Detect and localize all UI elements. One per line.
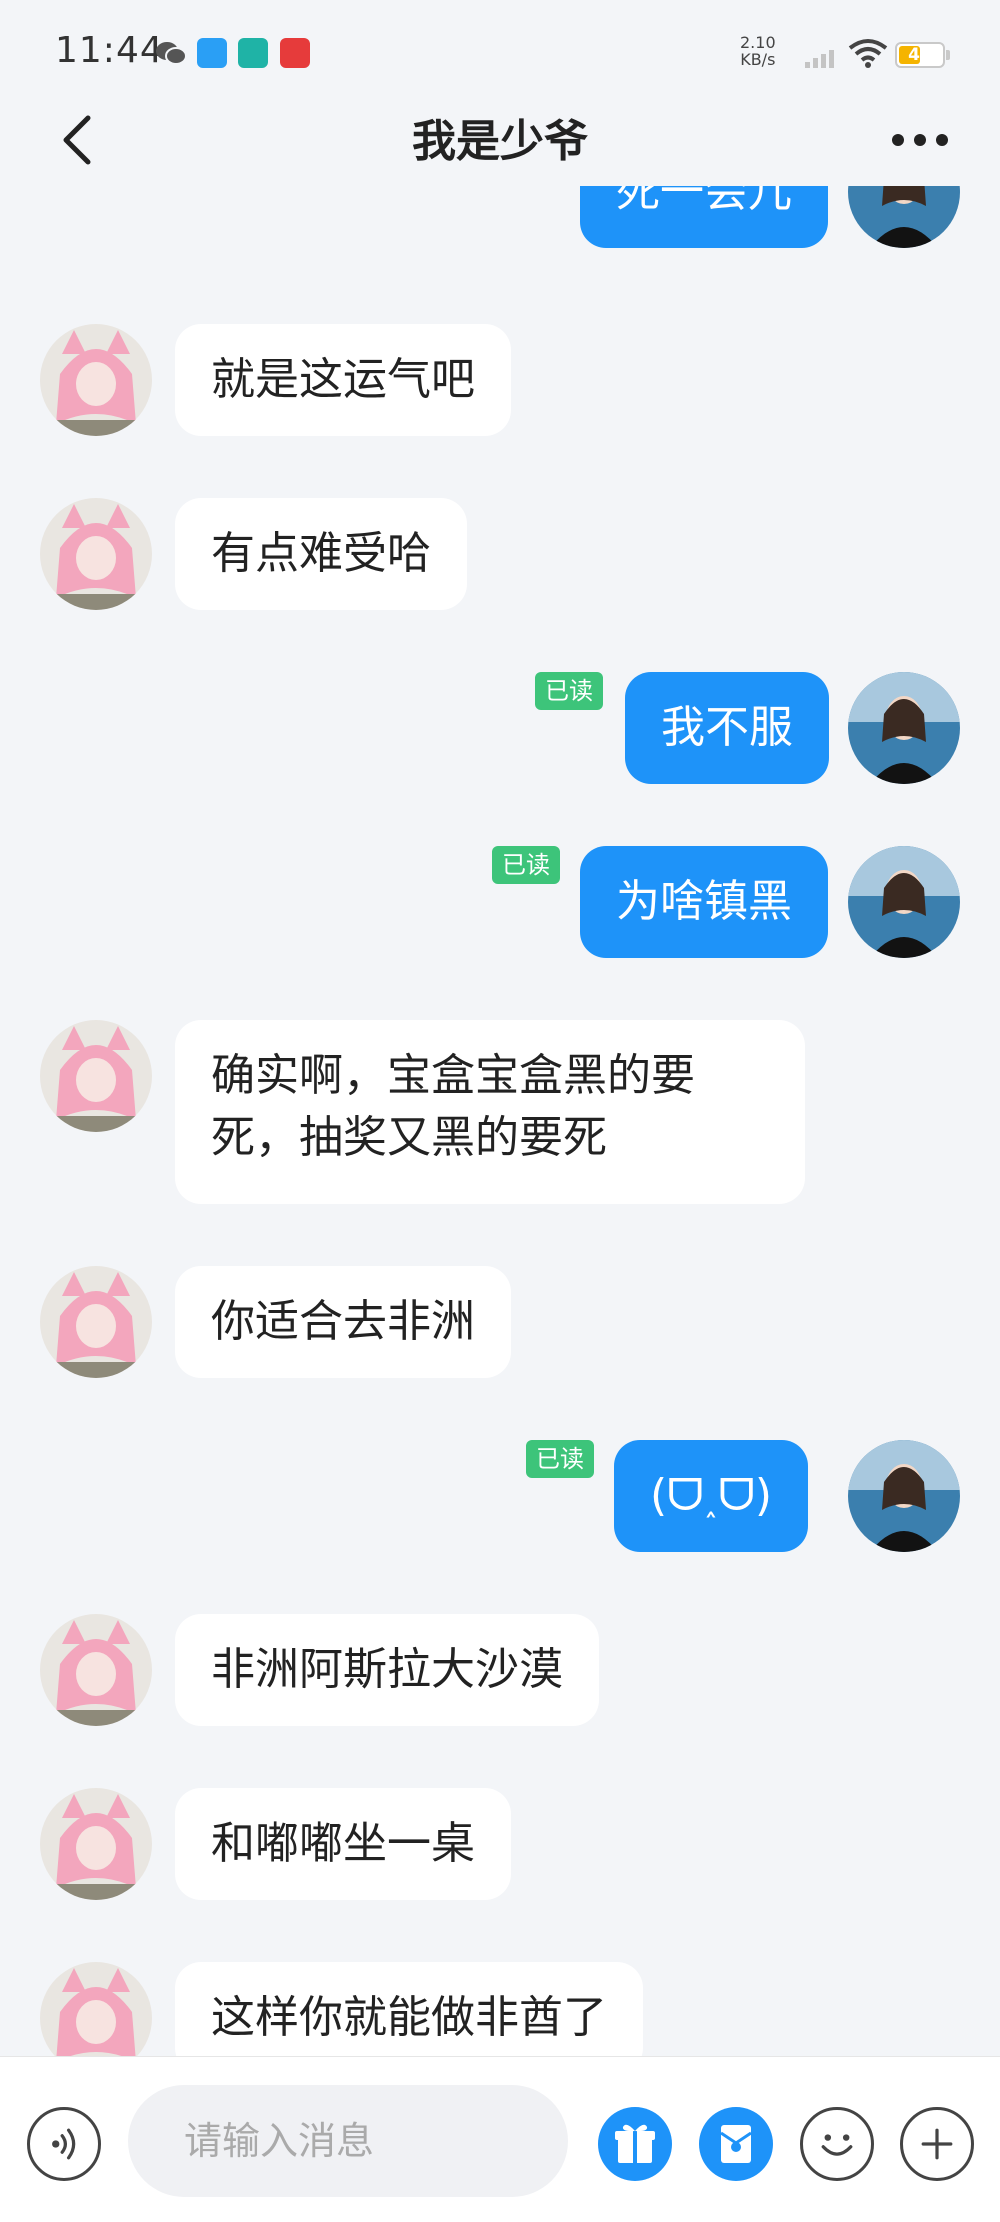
read-badge: 已读 <box>535 672 603 710</box>
chat-screen: 11:44 2.10 KB/s 49 我是少爷 死一会儿 就是这运气吧 有点难受… <box>0 0 1000 2222</box>
contact-avatar[interactable] <box>40 1266 152 1378</box>
my-avatar[interactable] <box>848 672 960 784</box>
wifi-icon <box>848 39 888 68</box>
contact-avatar[interactable] <box>40 1788 152 1900</box>
message-bubble-in[interactable]: 就是这运气吧 <box>175 324 511 436</box>
message-bubble-in[interactable]: 和嘟嘟坐一桌 <box>175 1788 511 1900</box>
contact-avatar[interactable] <box>40 1020 152 1132</box>
red-packet-icon[interactable] <box>699 2107 773 2181</box>
message-bubble-in[interactable]: 非洲阿斯拉大沙漠 <box>175 1614 599 1726</box>
message-text: 有点难受哈 <box>211 528 431 579</box>
message-text: 这样你就能做非酋了 <box>211 1992 607 2043</box>
signal-icon <box>805 50 834 68</box>
message-text: 就是这运气吧 <box>211 354 475 405</box>
net-speed-value: 2.10 <box>740 33 776 52</box>
more-dots-icon[interactable] <box>880 110 960 170</box>
read-badge: 已读 <box>492 846 560 884</box>
message-bubble-out[interactable]: 我不服 <box>625 672 829 784</box>
my-avatar[interactable] <box>848 1440 960 1552</box>
status-time: 11:44 <box>55 30 164 71</box>
my-avatar[interactable] <box>848 846 960 958</box>
contact-avatar[interactable] <box>40 498 152 610</box>
gift-icon[interactable] <box>598 2107 672 2181</box>
message-bubble-in[interactable]: 有点难受哈 <box>175 498 467 610</box>
red-app-icon <box>280 38 310 68</box>
message-bubble-out[interactable]: 为啥镇黑 <box>580 846 828 958</box>
net-speed-unit: KB/s <box>740 50 776 69</box>
message-text: (ᗜ˰ᗜ) <box>650 1470 773 1521</box>
battery-percent: 49 <box>908 45 932 65</box>
read-badge: 已读 <box>526 1440 594 1478</box>
page-title: 我是少爷 <box>412 116 588 167</box>
message-bubble-in[interactable]: 确实啊，宝盒宝盒黑的要 死，抽奖又黑的要死 <box>175 1020 805 1204</box>
message-bubble-out[interactable]: (ᗜ˰ᗜ) <box>614 1440 809 1552</box>
contact-avatar[interactable] <box>40 1614 152 1726</box>
plus-icon[interactable] <box>900 2107 974 2181</box>
boss-app-icon <box>238 38 268 68</box>
net-speed: 2.10 KB/s <box>740 34 776 68</box>
message-text-line: 确实啊，宝盒宝盒黑的要 <box>211 1050 695 1101</box>
app-blue-icon <box>197 38 227 68</box>
wechat-icon <box>156 42 187 65</box>
message-text: 非洲阿斯拉大沙漠 <box>211 1644 563 1695</box>
contact-avatar[interactable] <box>40 324 152 436</box>
message-text: 你适合去非洲 <box>211 1296 475 1347</box>
message-bubble-out[interactable]: 死一会儿 <box>580 186 828 248</box>
message-list[interactable]: 死一会儿 就是这运气吧 有点难受哈 已读 我不服 已读 为啥镇黑 确实啊，宝盒宝… <box>0 186 1000 2056</box>
voice-icon[interactable] <box>27 2107 101 2181</box>
input-bar <box>0 2056 1000 2222</box>
battery-tip <box>946 50 950 60</box>
status-bar: 11:44 2.10 KB/s 49 <box>0 0 1000 100</box>
message-text: 我不服 <box>661 702 793 753</box>
nav-bar: 我是少爷 <box>0 90 1000 190</box>
message-text-line: 死，抽奖又黑的要死 <box>211 1112 607 1163</box>
message-bubble-in[interactable]: 这样你就能做非酋了 <box>175 1962 643 2056</box>
message-text: 死一会儿 <box>616 186 792 217</box>
message-input[interactable] <box>128 2085 568 2197</box>
battery-icon: 49 <box>895 42 945 68</box>
message-bubble-in[interactable]: 你适合去非洲 <box>175 1266 511 1378</box>
contact-avatar[interactable] <box>40 1962 152 2056</box>
chevron-left-icon[interactable] <box>50 110 110 170</box>
message-text: 为啥镇黑 <box>616 876 792 927</box>
emoji-icon[interactable] <box>800 2107 874 2181</box>
message-text: 和嘟嘟坐一桌 <box>211 1818 475 1869</box>
my-avatar[interactable] <box>848 186 960 248</box>
